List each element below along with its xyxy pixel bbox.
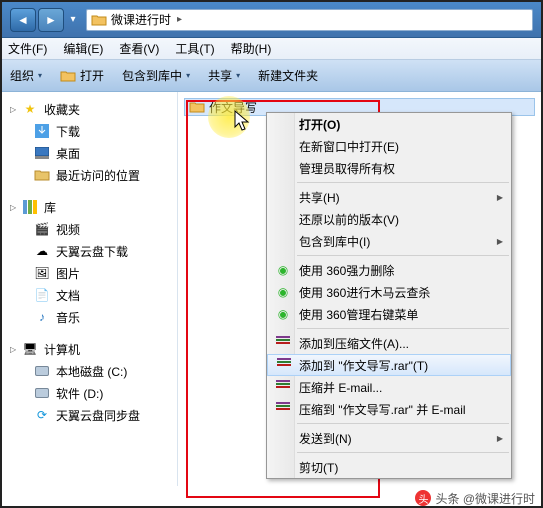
ctx-add-archive[interactable]: 添加到压缩文件(A)... [267,332,511,354]
breadcrumb[interactable]: 微课进行时 [111,11,171,28]
ctx-360-trojan[interactable]: ◉使用 360进行木马云查杀 [267,281,511,303]
sidebar-libraries[interactable]: ▷ 库 [6,196,173,218]
sidebar-item-disk-d[interactable]: 软件 (D:) [6,382,173,404]
menu-file[interactable]: 文件(F) [8,40,47,57]
toolbar: 组织 打开 包含到库中 共享 新建文件夹 [2,60,541,92]
rar-icon [275,401,291,417]
ctx-share[interactable]: 共享(H) [267,186,511,208]
documents-icon: 📄 [34,287,50,303]
ctx-cut[interactable]: 剪切(T) [267,456,511,478]
video-icon: 🎬 [34,221,50,237]
sidebar-item-pictures[interactable]: 🖼图片 [6,262,173,284]
downloads-icon [34,123,50,139]
star-icon: ★ [22,101,38,117]
folder-icon [91,12,107,28]
disk-icon [34,363,50,379]
sidebar-item-recent[interactable]: 最近访问的位置 [6,164,173,186]
sidebar-item-videos[interactable]: 🎬视频 [6,218,173,240]
ctx-compress-rar-email[interactable]: 压缩到 "作文导写.rar" 并 E-mail [267,398,511,420]
ctx-open-new-window[interactable]: 在新窗口中打开(E) [267,135,511,157]
ctx-open[interactable]: 打开(O) [267,113,511,135]
sidebar-item-documents[interactable]: 📄文档 [6,284,173,306]
rar-icon [275,335,291,351]
ctx-send-to[interactable]: 发送到(N) [267,427,511,449]
sidebar-computer[interactable]: ▷ 🖥 计算机 [6,338,173,360]
libraries-icon [22,199,38,215]
titlebar: ◄ ► ▾ 微课进行时 ▸ [2,2,541,38]
toolbar-include[interactable]: 包含到库中 [122,67,190,84]
folder-icon [189,99,205,115]
menu-tools[interactable]: 工具(T) [175,40,214,57]
cloud-icon: ☁ [34,243,50,259]
nav-history-dropdown[interactable]: ▾ [66,14,80,25]
toolbar-share[interactable]: 共享 [208,67,240,84]
ctx-360-rightmenu[interactable]: ◉使用 360管理右键菜单 [267,303,511,325]
caret-icon: ▷ [10,203,22,212]
360-icon: ◉ [275,262,291,278]
cloud-sync-icon: ⟳ [34,407,50,423]
menu-edit[interactable]: 编辑(E) [63,40,103,57]
ctx-add-to-rar[interactable]: 添加到 "作文导写.rar"(T) [267,354,511,376]
address-bar[interactable]: 微课进行时 ▸ [86,9,533,31]
disk-icon [34,385,50,401]
sidebar-item-music[interactable]: ♪音乐 [6,306,173,328]
caret-icon: ▷ [10,105,22,114]
menu-help[interactable]: 帮助(H) [231,40,272,57]
pictures-icon: 🖼 [34,265,50,281]
chevron-right-icon: ▸ [177,14,182,25]
menu-view[interactable]: 查看(V) [119,40,159,57]
sidebar-item-disk-c[interactable]: 本地磁盘 (C:) [6,360,173,382]
context-menu: 打开(O) 在新窗口中打开(E) 管理员取得所有权 共享(H) 还原以前的版本(… [266,112,512,479]
computer-icon: 🖥 [22,341,38,357]
sidebar-item-downloads[interactable]: 下载 [6,120,173,142]
ctx-360-delete[interactable]: ◉使用 360强力删除 [267,259,511,281]
rar-icon [276,357,292,373]
watermark: 头 头条 @微课进行时 [415,488,535,508]
rar-icon [275,379,291,395]
music-icon: ♪ [34,309,50,325]
ctx-restore-versions[interactable]: 还原以前的版本(V) [267,208,511,230]
caret-icon: ▷ [10,345,22,354]
desktop-icon [34,145,50,161]
toolbar-organize[interactable]: 组织 [10,67,42,84]
nav-forward-button[interactable]: ► [38,8,64,32]
360-icon: ◉ [275,306,291,322]
360-icon: ◉ [275,284,291,300]
sidebar: ▷ ★ 收藏夹 下载 桌面 最近访问的位置 [2,92,178,486]
sidebar-favorites[interactable]: ▷ ★ 收藏夹 [6,98,173,120]
menubar: 文件(F) 编辑(E) 查看(V) 工具(T) 帮助(H) [2,38,541,60]
nav-back-button[interactable]: ◄ [10,8,36,32]
sidebar-item-desktop[interactable]: 桌面 [6,142,173,164]
sidebar-item-cloud-download[interactable]: ☁天翼云盘下载 [6,240,173,262]
toolbar-newfolder[interactable]: 新建文件夹 [258,67,318,84]
ctx-include-library[interactable]: 包含到库中(I) [267,230,511,252]
ctx-compress-email[interactable]: 压缩并 E-mail... [267,376,511,398]
recent-icon [34,167,50,183]
source-logo-icon: 头 [415,490,431,506]
sidebar-item-cloud-sync[interactable]: ⟳天翼云盘同步盘 [6,404,173,426]
ctx-admin-own[interactable]: 管理员取得所有权 [267,157,511,179]
toolbar-open[interactable]: 打开 [60,67,104,84]
